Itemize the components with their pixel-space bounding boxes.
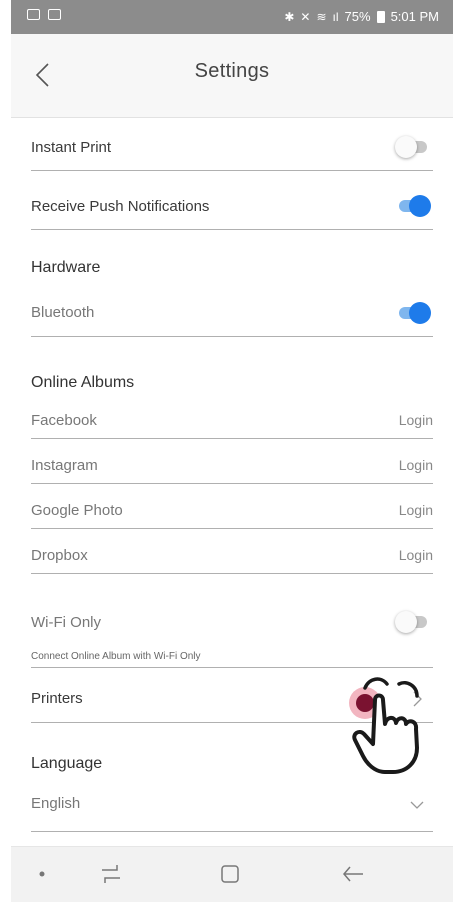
login-link[interactable]: Login [399, 502, 433, 518]
recent-apps-icon[interactable] [99, 863, 123, 885]
login-link[interactable]: Login [399, 547, 433, 563]
battery-icon [376, 10, 385, 23]
system-nav-bar [11, 846, 453, 902]
gallery-icon [27, 9, 40, 20]
printers-label: Printers [31, 690, 83, 707]
mute-icon: ✕ [300, 9, 311, 24]
language-section-title: Language [31, 755, 103, 772]
album-label: Instagram [31, 457, 98, 474]
divider [31, 170, 433, 171]
chevron-down-icon[interactable] [409, 800, 425, 810]
album-label: Dropbox [31, 547, 88, 564]
status-notification-icons [27, 9, 61, 20]
album-label: Google Photo [31, 502, 123, 519]
nav-dot-icon [39, 871, 45, 877]
language-value[interactable]: English [31, 795, 80, 812]
app-header: Settings [11, 34, 453, 118]
wifi-only-toggle[interactable] [395, 611, 431, 633]
album-label: Facebook [31, 412, 97, 429]
divider [31, 528, 433, 529]
screenshot-icon [48, 9, 61, 20]
phone-screen: ✱ ✕ ≋ ıl 75% 5:01 PM Settings Instant Pr… [11, 0, 453, 902]
battery-percent: 75% [344, 9, 371, 24]
instant-print-toggle[interactable] [395, 136, 431, 158]
divider [31, 229, 433, 230]
back-arrow-icon[interactable] [341, 863, 365, 885]
signal-icon: ıl [332, 9, 339, 24]
login-link[interactable]: Login [399, 412, 433, 428]
online-albums-section-title: Online Albums [31, 374, 135, 391]
divider [31, 336, 433, 337]
clock: 5:01 PM [390, 9, 439, 24]
status-bar: ✱ ✕ ≋ ıl 75% 5:01 PM [11, 0, 453, 34]
page-title: Settings [194, 60, 270, 82]
divider [31, 831, 433, 832]
wifi-icon: ≋ [316, 9, 327, 24]
push-notifications-label: Receive Push Notifications [31, 198, 210, 215]
hardware-section-title: Hardware [31, 259, 101, 276]
home-icon[interactable] [219, 863, 241, 885]
bluetooth-toggle[interactable] [395, 302, 431, 324]
wifi-only-label: Wi-Fi Only [31, 614, 101, 631]
bluetooth-icon: ✱ [284, 9, 295, 24]
login-link[interactable]: Login [399, 457, 433, 473]
instant-print-label: Instant Print [31, 139, 112, 156]
push-notifications-toggle[interactable] [395, 195, 431, 217]
divider [31, 573, 433, 574]
divider [31, 483, 433, 484]
divider [31, 438, 433, 439]
pointing-hand-icon [352, 677, 419, 774]
bluetooth-label: Bluetooth [31, 304, 95, 321]
wifi-only-note: Connect Online Album with Wi-Fi Only [31, 651, 201, 662]
